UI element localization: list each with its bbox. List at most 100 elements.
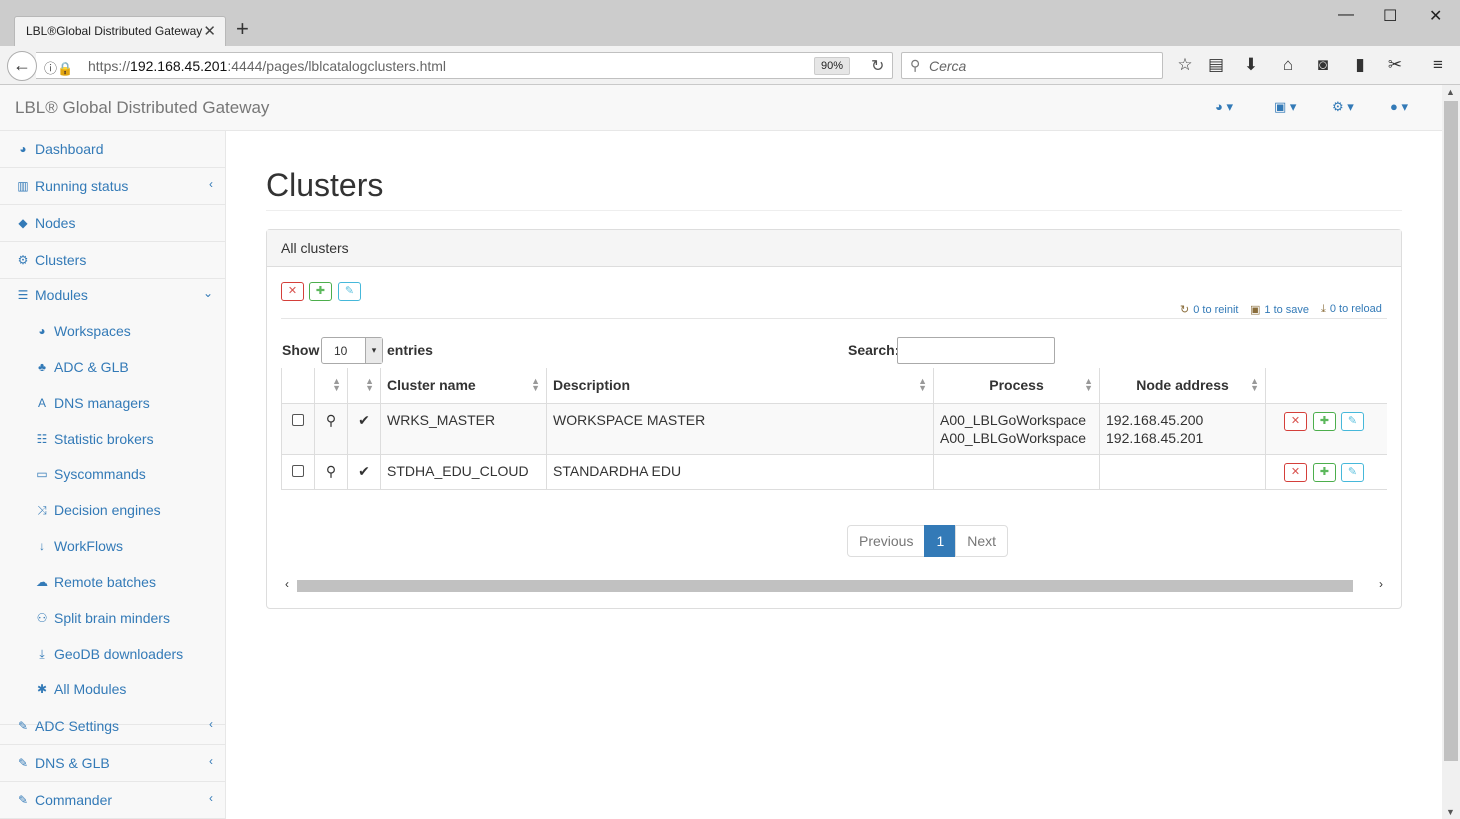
reading-list-icon[interactable]: ▤ [1205, 54, 1227, 76]
chevron-down-icon: ⌄ [202, 286, 213, 300]
delete-row-button[interactable]: ✕ [1284, 411, 1307, 431]
node-address-cell: 192.168.45.200 192.168.45.201 [1099, 403, 1266, 455]
settings-menu-icon[interactable]: ⚙ ▾ [1332, 99, 1354, 115]
reload-icon[interactable]: ↻ [871, 56, 884, 76]
reload-link[interactable]: ⤓ 0 to reload [1321, 303, 1382, 316]
select-column-header [281, 368, 315, 404]
downloads-icon[interactable]: ⬇ [1240, 54, 1262, 76]
chevron-left-icon: ‹ [209, 177, 213, 191]
divider [281, 318, 1387, 319]
asterisk-icon: ✱ [36, 682, 48, 696]
show-label: Show [282, 342, 320, 358]
row-checkbox[interactable] [292, 464, 304, 477]
close-window-icon[interactable]: ✕ [1429, 6, 1442, 26]
search-label: Search: [848, 342, 900, 358]
random-icon: ⤨ [37, 503, 47, 517]
scroll-up-icon[interactable]: ▲ [1446, 87, 1455, 97]
cluster-name-cell: STDHA_EDU_CLOUD [380, 454, 547, 490]
app-header: LBL® Global Distributed Gateway ◕ ▾ ▣ ▾ … [0, 85, 1442, 131]
status-column-header[interactable]: ▲ ▼ [347, 368, 381, 404]
page-button[interactable]: 1 [924, 525, 957, 557]
new-tab-icon[interactable]: + [236, 18, 249, 40]
next-page-button[interactable]: Next [955, 525, 1009, 557]
browser-search-input[interactable]: ⚲ Cerca [901, 52, 1163, 79]
column-header-description[interactable]: Description ▲ ▼ [546, 368, 934, 404]
scroll-down-icon[interactable]: ▼ [1446, 807, 1455, 817]
laptop-icon: ▭ [36, 467, 48, 481]
browser-tab[interactable]: LBL®Global Distributed Gateway ✕ [14, 16, 226, 46]
row-checkbox[interactable] [292, 413, 304, 426]
sidebar-item-running-status[interactable]: ▥ Running status ‹ [0, 168, 225, 205]
user-menu-icon[interactable]: ● ▾ [1390, 99, 1408, 115]
minimize-icon[interactable]: — [1338, 6, 1354, 24]
previous-page-button[interactable]: Previous [847, 525, 926, 557]
process-cell: A00_LBLGoWorkspace A00_LBLGoWorkspace [933, 403, 1100, 455]
delete-row-button[interactable]: ✕ [1284, 462, 1307, 482]
add-cluster-button[interactable]: ✚ [309, 282, 332, 301]
add-row-button[interactable]: ✚ [1313, 411, 1336, 431]
screenshot-icon[interactable]: ✂ [1384, 54, 1406, 76]
page-length-select[interactable]: 10 ▾ [321, 337, 383, 364]
cloud-upload-icon: ☁ [36, 575, 48, 589]
sort-icon: ▲ ▼ [531, 376, 540, 393]
brand[interactable]: LBL® Global Distributed Gateway [15, 98, 269, 118]
back-button[interactable]: ← [7, 51, 37, 81]
hamburger-menu-icon[interactable]: ≡ [1427, 54, 1449, 76]
add-row-button[interactable]: ✚ [1313, 462, 1336, 482]
map-marker-icon: ⚲ [314, 454, 348, 490]
edit-icon: ✎ [17, 719, 29, 733]
column-header-node-address[interactable]: Node address ▲ ▼ [1099, 368, 1266, 404]
save-link[interactable]: ▣ 1 to save [1250, 303, 1309, 316]
cube-icon: ◆ [18, 216, 28, 230]
reinit-link[interactable]: ↻ 0 to reinit [1180, 303, 1238, 316]
vertical-scrollbar[interactable]: ▲ ▼ [1442, 85, 1460, 819]
edit-row-button[interactable]: ✎ [1341, 462, 1364, 482]
bar-chart-icon: ▥ [17, 179, 29, 193]
edit-row-button[interactable]: ✎ [1341, 411, 1364, 431]
column-header-process[interactable]: Process ▲ ▼ [933, 368, 1100, 404]
horizontal-scrollbar[interactable]: ‹ › [281, 577, 1387, 595]
site-info-icon[interactable]: ⓘ🔒 [44, 58, 73, 77]
tab-title: LBL®Global Distributed Gateway [26, 24, 203, 38]
scroll-right-icon[interactable]: › [1379, 577, 1383, 591]
pocket-icon[interactable]: ◙ [1312, 54, 1334, 76]
zoom-badge[interactable]: 90% [814, 57, 851, 75]
scrollbar-thumb[interactable] [1444, 101, 1458, 761]
dashboard-icon: ◕ [19, 142, 27, 156]
sort-numeric-icon: ↓ [39, 539, 45, 553]
location-column-header[interactable]: ▲ ▼ [314, 368, 348, 404]
url-bar[interactable]: ⓘ🔒 https://192.168.45.201:4444/pages/lbl… [36, 52, 893, 79]
panel-heading: All clusters [267, 230, 1401, 267]
chevron-left-icon: ‹ [209, 791, 213, 805]
entries-label: entries [387, 342, 433, 358]
sidebar-item-dashboard[interactable]: ◕ Dashboard [0, 131, 225, 168]
sort-icon: ▲ ▼ [1084, 376, 1093, 393]
sidebar-item-clusters[interactable]: ⚙ Clusters [0, 242, 225, 279]
download-icon: ⤓ [39, 647, 45, 661]
description-cell: WORKSPACE MASTER [546, 403, 934, 455]
home-icon[interactable]: ⌂ [1277, 54, 1299, 76]
sort-icon: ▲ ▼ [365, 376, 374, 393]
table-search-input[interactable] [897, 337, 1055, 364]
sidebar-item-commander[interactable]: ✎ Commander ‹ [0, 782, 225, 819]
sort-icon: ▲ ▼ [1250, 376, 1259, 393]
row-actions: ✕ ✚ ✎ [1265, 403, 1387, 455]
close-tab-icon[interactable]: ✕ [203, 22, 216, 40]
clusters-panel: All clusters ✕ ✚ ✎ ↻ 0 to reinit ▣ 1 to sa… [266, 229, 1402, 609]
url-text[interactable]: https://192.168.45.201:4444/pages/lblcat… [88, 58, 446, 74]
sidebar-item-nodes[interactable]: ◆ Nodes [0, 205, 225, 242]
table-row: ⚲ ✔ WRKS_MASTER WORKSPACE MASTER A00_LBL… [281, 403, 1387, 455]
sidebar-item-adc-settings[interactable]: ✎ ADC Settings ‹ [0, 708, 225, 745]
extension-icon[interactable]: ▮ [1349, 54, 1371, 76]
dashboard-menu-icon[interactable]: ◕ ▾ [1215, 99, 1233, 115]
column-header-cluster-name[interactable]: Cluster name ▲ ▼ [380, 368, 547, 404]
edit-icon: ✎ [17, 793, 29, 807]
scroll-left-icon[interactable]: ‹ [285, 577, 289, 591]
edit-selected-button[interactable]: ✎ [338, 282, 361, 301]
delete-selected-button[interactable]: ✕ [281, 282, 304, 301]
sidebar-item-dns-glb[interactable]: ✎ DNS & GLB ‹ [0, 745, 225, 782]
save-menu-icon[interactable]: ▣ ▾ [1274, 99, 1296, 115]
bookmark-star-icon[interactable]: ☆ [1174, 54, 1196, 76]
maximize-icon[interactable]: ☐ [1383, 6, 1397, 26]
scrollbar-thumb[interactable] [297, 580, 1353, 592]
